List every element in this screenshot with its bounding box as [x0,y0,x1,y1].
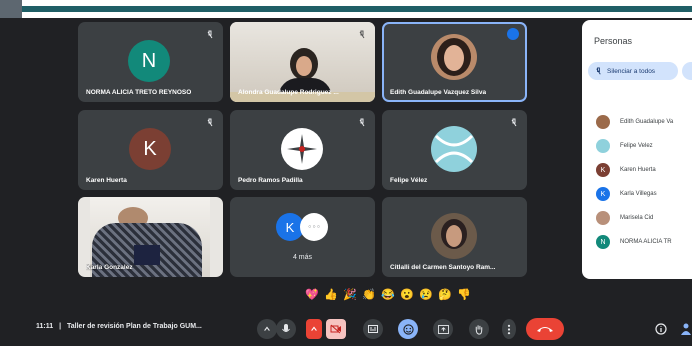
avatar: K [596,187,610,201]
info-icon[interactable] [655,323,667,335]
participant-tile-karen[interactable]: K Karen Huerta [78,110,223,190]
person-name: Karen Huerta [620,167,656,173]
people-list-item[interactable]: Edith Guadalupe Va [596,114,673,130]
participant-name: Felipe Vélez [390,177,428,184]
camera-off-button[interactable] [326,319,346,339]
avatar [431,213,477,259]
participant-tile-citlalli[interactable]: Citlalli del Carmen Santoyo Ram... [382,197,527,277]
meeting-time: 11:11 [36,323,54,330]
raise-hand-button[interactable] [469,319,489,339]
separator: | [59,323,62,330]
chevron-up-icon [311,326,317,331]
more-audio-options-button[interactable] [257,319,277,339]
teal-banner [22,6,692,12]
reactions-bar: 💖 👍 🎉 👏 😂 😮 😢 🤔 👎 [305,285,471,303]
person-name: Edith Guadalupe Va [620,119,674,125]
meeting-title: Taller de revisión Plan de Trabajo GUM..… [67,323,202,330]
person-name: NORMA ALICIA TR [620,239,672,245]
mic-off-icon [359,30,365,39]
people-icon[interactable] [680,322,692,336]
speaking-indicator-icon [507,28,519,40]
microphone-icon [282,324,290,332]
people-list-item[interactable]: K Karen Huerta [596,162,656,178]
logo-icon [434,134,474,164]
mic-off-icon [511,118,517,127]
sad-reaction[interactable]: 😢 [419,288,433,301]
heart-reaction[interactable]: 💖 [305,288,319,301]
participant-name: NORMA ALICIA TRETO REYNOSO [86,89,192,96]
avatar: K [596,163,610,177]
more-vert-icon [507,324,511,334]
participant-name: Citlalli del Carmen Santoyo Ram... [390,264,496,271]
panel-title: Personas [594,36,633,46]
thumbs-down-reaction[interactable]: 👎 [457,288,471,301]
secondary-chip[interactable] [682,62,692,80]
participant-tile-more[interactable]: K ○ ○ ○ 4 más [230,197,375,277]
participant-name: Karen Huerta [86,177,127,184]
compass-rose-avatar [281,128,323,170]
more-participants-label: 4 más [292,254,313,261]
people-panel: Personas Silenciar a todos Edith Guadalu… [582,20,692,279]
present-screen-button[interactable] [433,319,453,339]
person-name: Karla Villegas [620,191,657,197]
chevron-up-icon [264,326,270,331]
avatar: N [128,40,170,82]
phone-hangup-icon [537,327,553,332]
person-name: Marisela Cid [620,215,654,221]
top-left-strip [0,0,22,18]
avatar [596,211,610,225]
person-face [296,56,312,76]
leave-call-button[interactable] [526,318,564,340]
camera-off-icon [330,324,341,334]
person-hands [134,245,160,265]
participant-tile-pedro[interactable]: Pedro Ramos Padilla [230,110,375,190]
captions-button[interactable] [363,319,383,339]
participant-name: Edith Guadalupe Vazquez Silva [390,89,487,96]
person-name: Felipe Velez [620,143,653,149]
people-list-item[interactable]: Felipe Velez [596,138,653,154]
participant-tile-norma[interactable]: N NORMA ALICIA TRETO REYNOSO [78,22,223,102]
avatar: N [596,235,610,249]
captions-icon [368,325,378,333]
people-list-item[interactable]: K Karla Villegas [596,186,657,202]
clap-reaction[interactable]: 👏 [362,288,376,301]
present-screen-icon [437,324,449,334]
participant-tile-alondra[interactable]: Alondra Guadalupe Rodriguez ... [230,22,375,102]
people-list-item[interactable]: Marisela Cid [596,210,653,226]
participant-name: Alondra Guadalupe Rodriguez ... [238,89,339,96]
browser-top-strip [0,0,692,18]
mute-all-button[interactable]: Silenciar a todos [588,62,678,80]
people-list-item[interactable]: N NORMA ALICIA TR [596,234,672,250]
participant-name: Karla Gonzalez [86,264,133,271]
mic-off-icon [207,30,213,39]
mute-all-label: Silenciar a todos [607,67,656,75]
participant-tile-edith[interactable]: Edith Guadalupe Vazquez Silva [382,22,527,102]
microphone-button[interactable] [276,319,296,339]
meeting-info: 11:11 | Taller de revisión Plan de Traba… [36,323,202,330]
emoji-icon [402,323,414,335]
participant-tile-karla[interactable]: Karla Gonzalez [78,197,223,277]
more-video-options-button[interactable] [306,319,322,339]
mic-off-icon [359,118,365,127]
mute-icon [596,66,601,74]
participant-name: Pedro Ramos Padilla [238,177,303,184]
hand-icon [475,324,483,335]
thumbs-up-reaction[interactable]: 👍 [324,288,338,301]
thinking-reaction[interactable]: 🤔 [438,288,452,301]
avatar [596,139,610,153]
avatar-logo [431,126,477,172]
avatar: K [129,128,171,170]
mic-off-icon [207,118,213,127]
reactions-button[interactable] [398,319,418,339]
avatar-logo-small: ○ ○ ○ [300,213,328,241]
avatar [596,115,610,129]
surprised-reaction[interactable]: 😮 [400,288,414,301]
more-options-button[interactable] [502,319,516,339]
avatar [431,34,477,80]
compass-icon [287,134,317,164]
laugh-reaction[interactable]: 😂 [381,288,395,301]
participant-tile-felipe[interactable]: Felipe Vélez [382,110,527,190]
party-reaction[interactable]: 🎉 [343,288,357,301]
